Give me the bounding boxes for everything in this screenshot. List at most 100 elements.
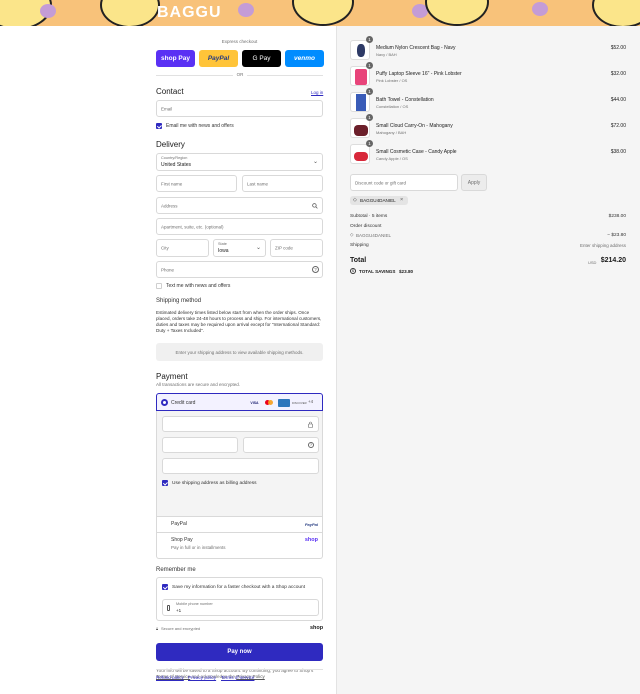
text-offers-checkbox[interactable] <box>156 283 162 289</box>
state-value: Iowa <box>218 248 229 254</box>
remember-me-heading: Remember me <box>156 567 196 573</box>
privacy-policy-link[interactable]: Privacy policy <box>188 675 216 680</box>
last-name-placeholder: Last name <box>247 181 269 186</box>
paypal-option-label: PayPal <box>171 521 187 527</box>
expiry-field[interactable] <box>162 437 238 453</box>
help-icon[interactable]: ? <box>312 266 319 273</box>
terms-of-service-link[interactable]: Terms of service <box>221 675 254 680</box>
product-price: $38.00 <box>610 149 626 155</box>
state-label: State <box>218 242 227 246</box>
brand-logo[interactable]: BAGGU <box>157 4 222 22</box>
banner-pattern-shape <box>425 0 489 26</box>
more-cards-badge: +4 <box>308 399 314 404</box>
paypal-button[interactable]: PayPal <box>199 50 238 67</box>
discount-tag: ◇ BAGGU4DANIEL × <box>350 196 408 205</box>
quantity-badge: 1 <box>366 88 373 95</box>
help-icon[interactable]: ? <box>308 442 314 448</box>
remove-tag-icon[interactable]: × <box>400 197 403 203</box>
credit-card-option[interactable]: Credit card VISA DISCOVER +4 <box>156 393 323 411</box>
shop-pay-button[interactable]: shop Pay <box>156 50 195 67</box>
name-on-card-field[interactable] <box>162 458 319 474</box>
contact-heading: Contact <box>156 87 184 96</box>
shop-pay-button-label: shop Pay <box>161 55 190 62</box>
email-placeholder: Email <box>161 106 173 111</box>
tag-icon: ◇ <box>353 197 357 203</box>
paypal-option[interactable]: PayPal PayPal <box>156 517 323 533</box>
mobile-phone-label: Mobile phone number <box>176 602 213 606</box>
total-savings-label: TOTAL SAVINGS <box>359 269 396 274</box>
remember-me-box: Save my information for a faster checkou… <box>156 577 323 621</box>
card-details-panel: ? Use shipping address as billing addres… <box>156 411 323 517</box>
zip-placeholder: ZIP code <box>275 245 293 251</box>
credit-card-radio[interactable] <box>161 399 168 406</box>
apply-button[interactable]: Apply <box>461 174 487 191</box>
product-variant: Pink Lobster / OS <box>376 78 408 83</box>
total-label: Total <box>350 257 367 264</box>
discount-code-field[interactable]: Discount code or gift card <box>350 174 458 191</box>
payment-heading: Payment <box>156 372 188 381</box>
visa-icon-label: VISA <box>250 400 259 405</box>
last-name-field[interactable]: Last name <box>242 175 323 192</box>
banner-pattern-shape <box>238 3 254 17</box>
first-name-field[interactable]: First name <box>156 175 237 192</box>
product-name: Small Cloud Carry-On - Mahogany <box>376 123 453 129</box>
or-divider-label: OR <box>233 72 247 77</box>
save-info-checkbox[interactable] <box>162 584 168 590</box>
product-name: Puffy Laptop Sleeve 16" - Pink Lobster <box>376 71 462 77</box>
product-thumbnail <box>350 66 370 86</box>
country-label: Country/Region <box>161 156 188 160</box>
mobile-phone-value: +1 <box>176 608 182 613</box>
venmo-button[interactable]: venmo <box>285 50 324 67</box>
amex-icon <box>278 398 290 407</box>
product-name: Small Cosmetic Case - Candy Apple <box>376 149 457 155</box>
product-price: $44.00 <box>610 97 626 103</box>
banner-pattern-shape <box>292 0 354 26</box>
text-offers-label: Text me with news and offers <box>166 283 231 289</box>
shipping-note: Estimated delivery times listed below st… <box>156 310 322 333</box>
address-placeholder: Address <box>161 203 178 208</box>
discount-tag-code: BAGGU4DANIEL <box>360 198 396 203</box>
tag-icon: ◇ <box>350 232 354 237</box>
discount-code-placeholder: Discount code or gift card <box>355 180 407 185</box>
zip-field[interactable]: ZIP code <box>270 239 323 257</box>
quantity-badge: 1 <box>366 114 373 121</box>
shipping-method-heading: Shipping method <box>156 298 202 304</box>
visa-icon: VISA <box>249 399 260 406</box>
order-discount-value: − $23.80 <box>607 233 626 238</box>
banner-pattern-shape <box>532 2 548 16</box>
paypal-logo-icon: PayPal <box>304 522 318 527</box>
product-thumbnail <box>350 40 370 60</box>
phone-field[interactable]: Phone ? <box>156 261 323 278</box>
apartment-field[interactable]: Apartment, suite, etc. (optional) <box>156 218 323 235</box>
shop-pay-option[interactable]: Shop Pay Pay in full or in installments … <box>156 533 323 559</box>
product-name: Medium Nylon Crescent Bag - Navy <box>376 45 456 51</box>
phone-placeholder: Phone <box>161 267 175 272</box>
shipping-placeholder-text: Enter your shipping address to view avai… <box>175 349 304 355</box>
pay-now-label: Pay now <box>227 649 252 655</box>
mobile-phone-field[interactable]: Mobile phone number +1 <box>162 599 319 616</box>
news-checkbox[interactable] <box>156 123 162 129</box>
card-number-field[interactable] <box>162 416 319 432</box>
login-link[interactable]: Log in <box>311 90 323 95</box>
lock-icon <box>308 421 313 428</box>
venmo-button-label: venmo <box>294 55 315 62</box>
billing-address-checkbox[interactable] <box>162 480 168 486</box>
city-placeholder: City <box>161 245 169 251</box>
subtotal-value: $238.00 <box>608 214 626 219</box>
quantity-badge: 1 <box>366 62 373 69</box>
product-price: $52.00 <box>610 45 626 51</box>
city-field[interactable]: City <box>156 239 209 257</box>
divider <box>156 669 323 670</box>
refund-policy-link[interactable]: Refund policy <box>156 675 184 680</box>
google-pay-button[interactable]: G Pay <box>242 50 281 67</box>
pay-now-button[interactable]: Pay now <box>156 643 323 661</box>
product-name: Bath Towel - Constellation <box>376 97 434 103</box>
order-discount-code: BAGGU4DANIEL <box>356 233 392 238</box>
country-select[interactable]: Country/Region United States ⌄ <box>156 153 323 171</box>
security-code-field[interactable]: ? <box>243 437 319 453</box>
state-select[interactable]: State Iowa ⌄ <box>213 239 266 257</box>
address-field[interactable]: Address <box>156 197 323 214</box>
email-field[interactable]: Email <box>156 100 323 117</box>
mastercard-icon <box>264 399 275 406</box>
banner-pattern-shape <box>40 4 56 18</box>
